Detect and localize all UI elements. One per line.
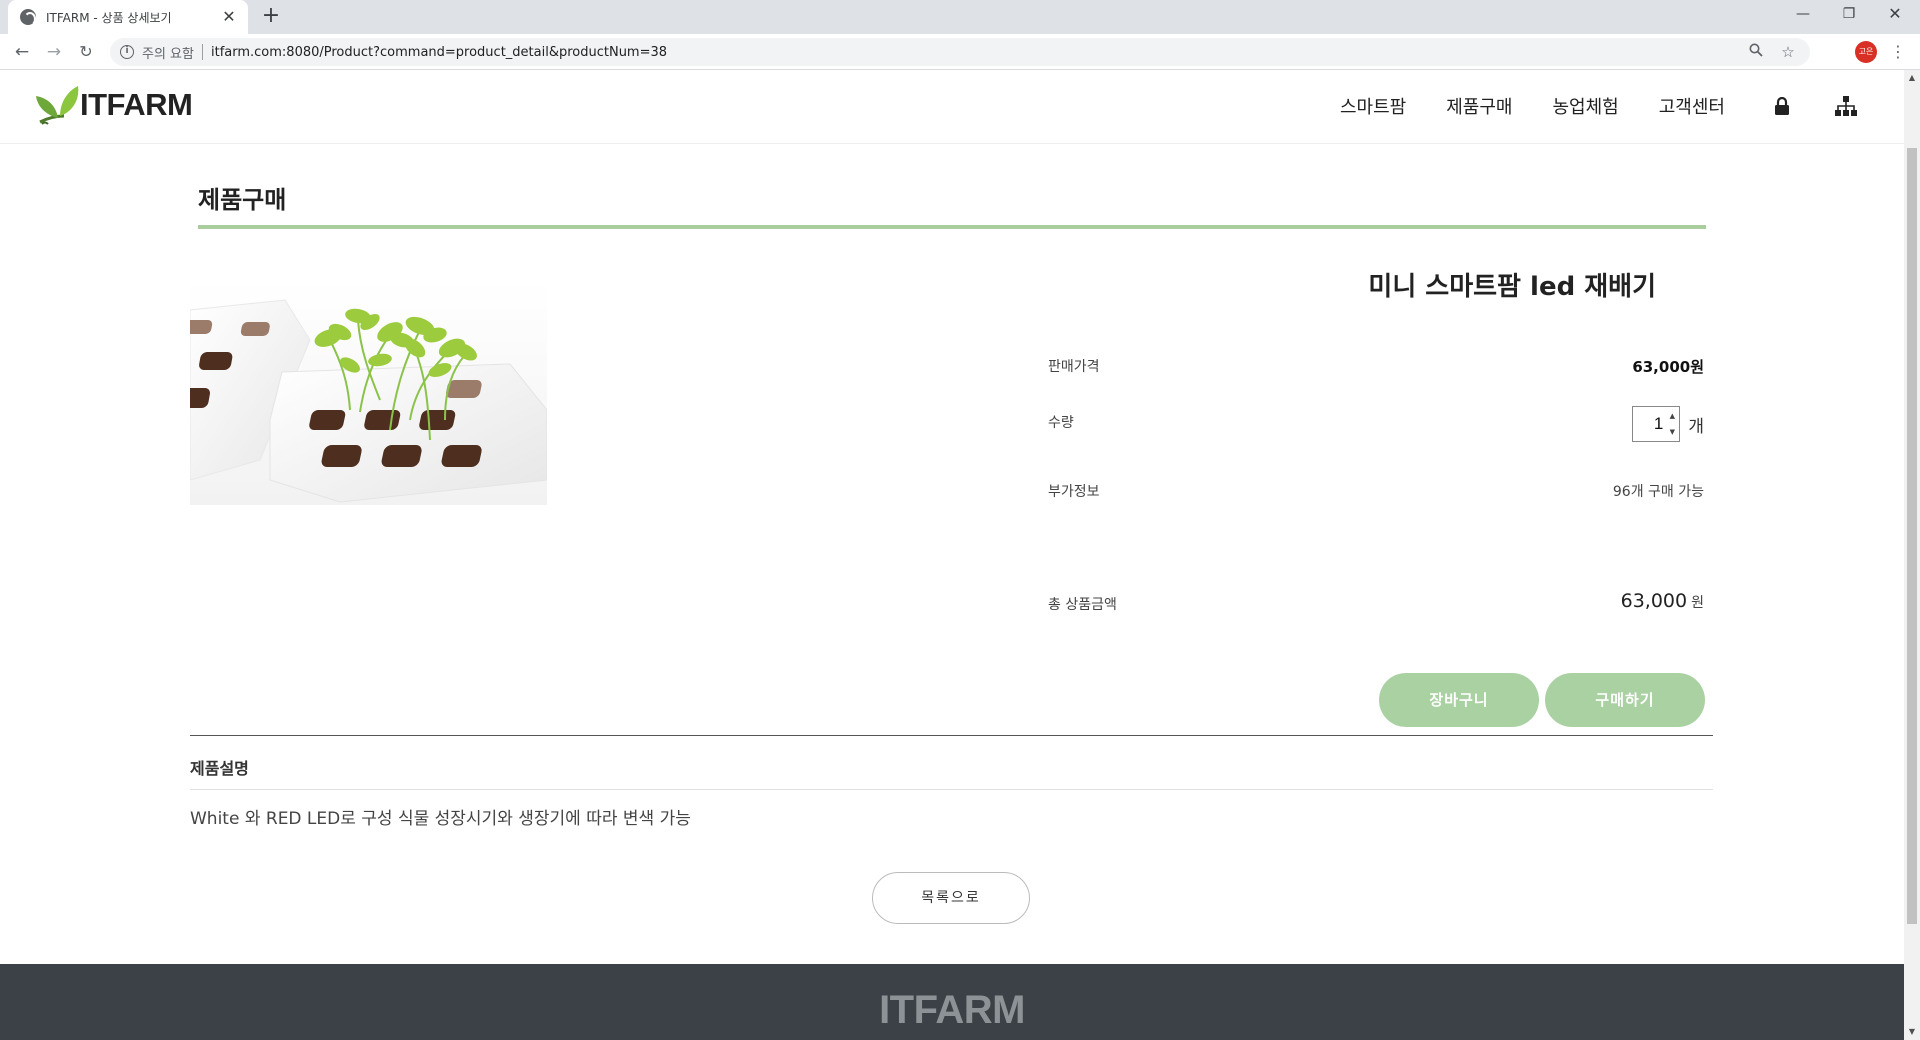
logo-text: ITFARM: [80, 87, 193, 122]
zoom-icon[interactable]: [1744, 43, 1768, 61]
site-header: ITFARM 스마트팜 제품구매 농업체험 고객센터: [0, 70, 1904, 144]
quantity-control: ▲ ▼ 개: [1632, 406, 1704, 442]
extra-info-value: 96개 구매 가능: [1612, 484, 1704, 500]
spin-down-icon[interactable]: ▼: [1666, 424, 1678, 440]
description-top-divider: [190, 735, 1713, 736]
nav-item-farm-experience[interactable]: 농업체험: [1553, 93, 1619, 119]
bookmark-star-icon[interactable]: ☆: [1776, 43, 1800, 61]
spin-up-icon[interactable]: ▲: [1666, 408, 1678, 424]
scroll-down-icon[interactable]: ▼: [1904, 1024, 1920, 1040]
window-minimize-button[interactable]: —: [1780, 0, 1826, 30]
page-title: 제품구매: [198, 186, 287, 214]
sitemap-icon[interactable]: [1835, 95, 1857, 117]
extra-info-row: 부가정보 96개 구매 가능: [1048, 481, 1704, 511]
quantity-spin-buttons[interactable]: ▲ ▼: [1666, 408, 1678, 440]
back-to-list-button[interactable]: 목록으로: [872, 872, 1030, 924]
tab-close-icon[interactable]: ✕: [220, 8, 238, 26]
info-icon[interactable]: i: [120, 45, 134, 59]
scroll-up-icon[interactable]: ▲: [1904, 70, 1920, 86]
description-divider: [190, 789, 1713, 790]
site-logo[interactable]: ITFARM: [34, 82, 193, 128]
new-tab-button[interactable]: +: [258, 4, 284, 30]
price-label: 판매가격: [1048, 359, 1100, 375]
address-bar[interactable]: i 주의 요함 itfarm.com:8080/Product?command=…: [110, 38, 1810, 66]
total-row: 총 상품금액 63,000 원: [1048, 590, 1704, 624]
price-value: 63,000원: [1632, 358, 1704, 376]
quantity-label: 수량: [1048, 415, 1074, 431]
reload-button[interactable]: ↻: [74, 40, 98, 64]
title-divider: [198, 225, 1706, 229]
tab-title: ITFARM - 상품 상세보기: [46, 10, 172, 25]
window-close-button[interactable]: ✕: [1872, 0, 1918, 30]
browser-menu-icon[interactable]: ⋮: [1888, 40, 1908, 64]
extra-info-label: 부가정보: [1048, 484, 1100, 500]
forward-button[interactable]: →: [42, 40, 66, 64]
back-button[interactable]: ←: [10, 40, 34, 64]
total-amount: 63,000 원: [1621, 590, 1704, 612]
page-viewport: ITFARM 스마트팜 제품구매 농업체험 고객센터 제품구매 미니 스마트팜 …: [0, 70, 1904, 1040]
leaf-logo-icon: [36, 86, 79, 125]
scrollbar-thumb[interactable]: [1907, 148, 1917, 924]
page-scrollbar[interactable]: ▲ ▼: [1904, 70, 1920, 1040]
total-value: 63,000: [1620, 590, 1688, 612]
browser-toolbar: ← → ↻ i 주의 요함 itfarm.com:8080/Product?co…: [0, 34, 1920, 70]
product-name: 미니 스마트팜 led 재배기: [1368, 272, 1656, 302]
product-image: [190, 280, 547, 505]
footer-logo: ITFARM: [879, 988, 1025, 1032]
window-restore-button[interactable]: ❐: [1826, 0, 1872, 30]
buy-now-button[interactable]: 구매하기: [1545, 673, 1705, 727]
lock-icon[interactable]: [1771, 95, 1793, 117]
add-to-cart-button[interactable]: 장바구니: [1379, 673, 1539, 727]
quantity-unit: 개: [1688, 416, 1704, 437]
browser-tab[interactable]: ITFARM - 상품 상세보기 ✕: [8, 0, 248, 34]
omnibox-divider: [201, 44, 203, 60]
main-navigation: 스마트팜 제품구매 농업체험 고객센터: [1340, 88, 1893, 124]
site-footer: ITFARM: [0, 964, 1904, 1040]
nav-item-customer-center[interactable]: 고객센터: [1659, 93, 1725, 119]
description-text: White 와 RED LED로 구성 식물 성장시기와 생장기에 따라 변색 …: [190, 809, 691, 829]
globe-icon: [20, 9, 36, 26]
nav-item-smartfarm[interactable]: 스마트팜: [1340, 93, 1406, 119]
security-label[interactable]: 주의 요함: [142, 43, 194, 62]
url-text[interactable]: itfarm.com:8080/Product?command=product_…: [211, 45, 1736, 60]
description-heading: 제품설명: [190, 759, 249, 778]
total-unit: 원: [1691, 595, 1704, 611]
profile-avatar[interactable]: 고은: [1855, 41, 1877, 63]
total-label: 총 상품금액: [1048, 597, 1117, 613]
price-row: 판매가격 63,000원: [1048, 356, 1704, 386]
nav-item-product-purchase[interactable]: 제품구매: [1446, 93, 1512, 119]
quantity-row: 수량 ▲ ▼ 개: [1048, 406, 1704, 442]
browser-tab-bar: ITFARM - 상품 상세보기 ✕ + — ❐ ✕: [0, 0, 1920, 34]
